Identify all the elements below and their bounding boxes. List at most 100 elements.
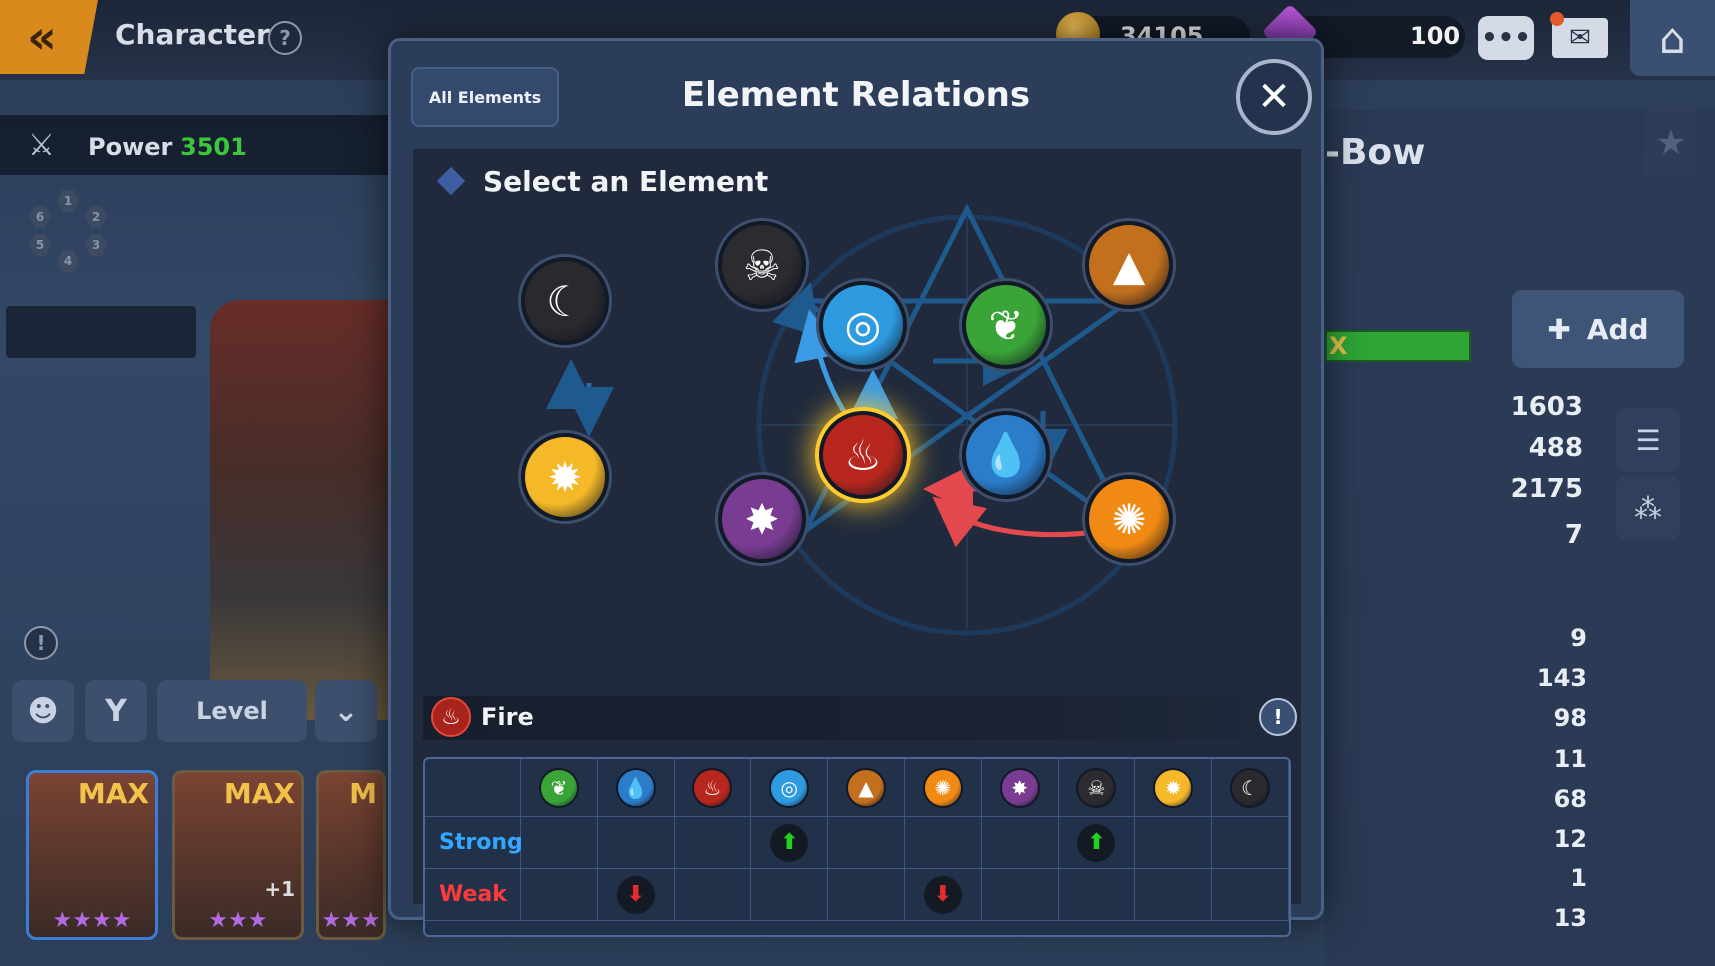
- chat-button[interactable]: •••: [1478, 16, 1534, 60]
- page-title: Character: [115, 18, 270, 51]
- hero-card[interactable]: M ★★★: [316, 770, 386, 940]
- home-button[interactable]: ⌂: [1630, 0, 1715, 76]
- sun-element-icon: ✹: [1153, 767, 1194, 808]
- sort-order-button[interactable]: ⌄: [315, 680, 377, 742]
- table-header-cell: ▲: [828, 759, 905, 817]
- info-button[interactable]: !: [24, 626, 58, 660]
- rune-slot[interactable]: 5: [29, 234, 51, 256]
- funnel-icon: Y: [105, 693, 127, 729]
- home-icon: ⌂: [1659, 13, 1686, 63]
- max-badge: MAX: [77, 777, 149, 810]
- skull-element-icon: ☠: [1076, 767, 1117, 808]
- table-header-cell: ☠: [1058, 759, 1136, 817]
- table-header-cell: 💧: [597, 759, 675, 817]
- skull-element-button[interactable]: ☠: [718, 221, 806, 309]
- moon-element-button[interactable]: ☾: [521, 257, 609, 345]
- table-header-cell: ☾: [1212, 759, 1289, 817]
- earth-element-button[interactable]: ▲: [1085, 221, 1173, 309]
- selected-element-name: Fire: [481, 703, 534, 731]
- max-badge: M: [349, 777, 377, 810]
- sort-level-button[interactable]: Level: [157, 680, 307, 742]
- power-value: 3501: [180, 133, 247, 161]
- rune-slot[interactable]: 1: [57, 190, 79, 212]
- table-header-cell: ♨: [674, 759, 752, 817]
- details-button[interactable]: ☰: [1616, 408, 1680, 472]
- mountain-icon: ▲: [1112, 240, 1146, 290]
- table-cell: [751, 869, 829, 921]
- add-label: Add: [1586, 312, 1649, 346]
- table-cell: [521, 869, 598, 921]
- leaf-icon: ❦: [988, 300, 1024, 350]
- sun-element-button[interactable]: ✹: [521, 433, 609, 521]
- table-cell: ⬆: [751, 817, 829, 869]
- table-header-cell: ✺: [905, 759, 982, 817]
- stat-value: 1: [1570, 864, 1587, 892]
- star-element-icon: ✸: [999, 767, 1040, 808]
- rune-slot[interactable]: 3: [85, 234, 107, 256]
- fire-element-icon: ♨: [692, 767, 733, 808]
- chat-bubble-icon: •••: [1481, 23, 1531, 53]
- info-button[interactable]: !: [1259, 698, 1297, 736]
- stat-value: 98: [1553, 704, 1587, 732]
- fire-element-button[interactable]: ♨: [819, 411, 907, 499]
- table-cell: [1135, 869, 1213, 921]
- arrow-up-icon: ⬆: [770, 823, 809, 862]
- star-element-button[interactable]: ✸: [718, 475, 806, 563]
- rune-slot[interactable]: 6: [29, 206, 51, 228]
- share-nodes-icon: ⁂: [1634, 491, 1662, 525]
- hero-card[interactable]: MAX ★★★★: [26, 770, 158, 940]
- filter-button[interactable]: Y: [85, 680, 147, 742]
- envelope-icon: ✉: [1569, 23, 1591, 53]
- stat-value: 13: [1553, 904, 1587, 932]
- horned-mask-icon: ☻: [27, 693, 59, 729]
- chevron-down-icon: ⌄: [333, 693, 359, 729]
- add-button[interactable]: ✚ Add: [1512, 290, 1684, 368]
- stat-value: 12: [1553, 825, 1587, 853]
- dialog-header: All Elements Element Relations ✕: [391, 41, 1321, 145]
- plus-level: +1: [264, 877, 295, 901]
- close-icon: ✕: [1257, 74, 1291, 120]
- table-cell: [1212, 869, 1289, 921]
- share-button[interactable]: ⁂: [1616, 476, 1680, 540]
- table-header-cell: ◎: [751, 759, 829, 817]
- favorite-button[interactable]: ★: [1645, 110, 1697, 176]
- star-rating: ★★★: [321, 908, 381, 933]
- stat-value: 11: [1553, 745, 1587, 773]
- table-cell: [674, 869, 752, 921]
- stat-value: 68: [1553, 785, 1587, 813]
- wind-element-button[interactable]: ◎: [819, 281, 907, 369]
- item-title: -Bow: [1325, 132, 1426, 173]
- table-cell: ⬇: [597, 869, 675, 921]
- rune-slot[interactable]: 2: [85, 206, 107, 228]
- nature-element-button[interactable]: ❦: [962, 281, 1050, 369]
- rune-slot[interactable]: 4: [57, 250, 79, 272]
- light-element-button[interactable]: ✺: [1085, 475, 1173, 563]
- xp-bar-text: X: [1329, 332, 1348, 360]
- help-button[interactable]: ?: [268, 21, 302, 55]
- hero-type-filter-button[interactable]: ☻: [12, 680, 74, 742]
- close-button[interactable]: ✕: [1236, 59, 1312, 135]
- relation-arrow: [932, 496, 1104, 548]
- moon-element-icon: ☾: [1230, 767, 1271, 808]
- table-cell: [981, 869, 1059, 921]
- stat-value: 488: [1528, 433, 1583, 463]
- selected-element-bar: ♨ Fire !: [423, 696, 1297, 740]
- flame-icon: ♨: [844, 430, 882, 480]
- light-element-icon: ✺: [922, 767, 963, 808]
- table-cell: [1212, 817, 1289, 869]
- stat-value: 1603: [1510, 392, 1583, 422]
- table-cell: [828, 869, 905, 921]
- back-button[interactable]: «: [0, 0, 98, 74]
- arrow-down-icon: ⬇: [923, 875, 962, 914]
- hero-card[interactable]: MAX +1 ★★★: [172, 770, 304, 940]
- rune-slot-wheel[interactable]: 1 2 3 4 5 6: [25, 190, 111, 276]
- wind-element-icon: ◎: [769, 767, 810, 808]
- list-edit-icon: ☰: [1635, 423, 1661, 457]
- xp-bar: X: [1325, 330, 1471, 362]
- table-cell: [905, 817, 982, 869]
- water-element-button[interactable]: 💧: [962, 411, 1050, 499]
- skull-icon: ☠: [743, 240, 781, 290]
- table-cell: [597, 817, 675, 869]
- water-element-icon: 💧: [615, 767, 656, 808]
- flame-glyph: ♨: [441, 704, 461, 730]
